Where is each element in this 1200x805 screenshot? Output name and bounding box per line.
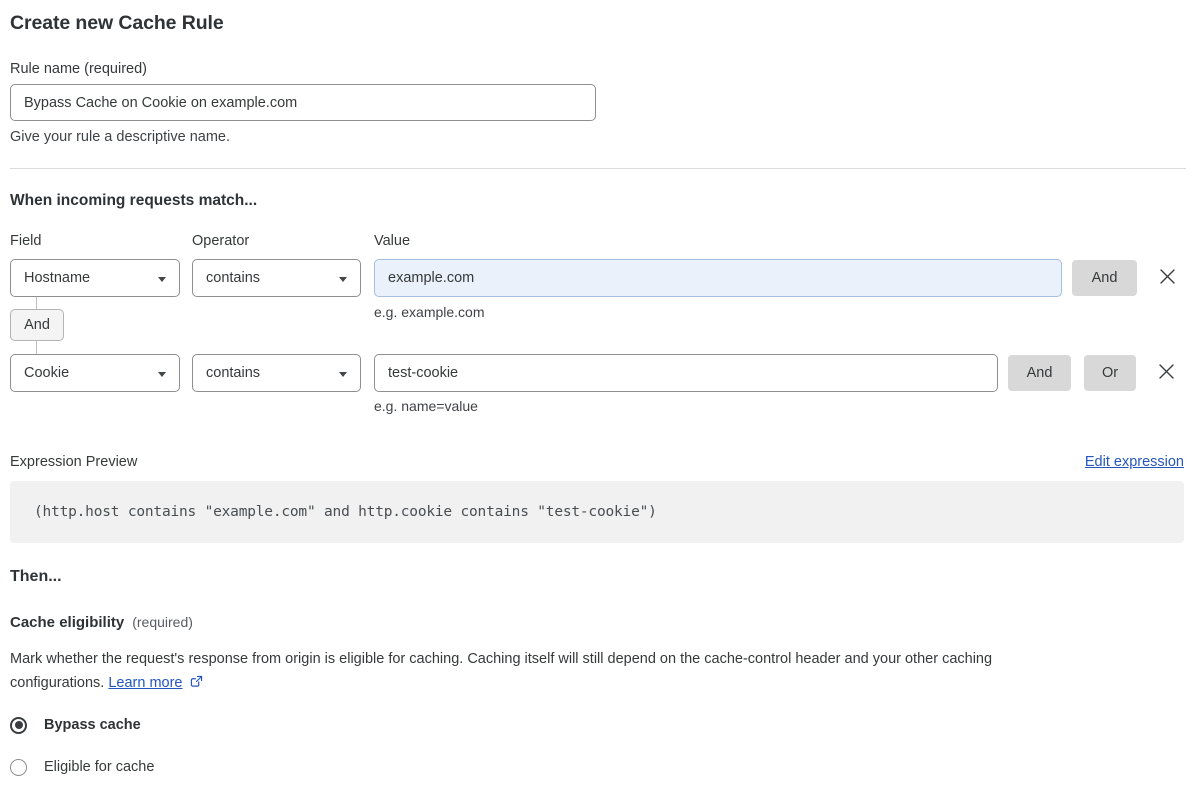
condition-column-headers: Field Operator Value bbox=[10, 233, 1184, 249]
add-or-condition-button-2[interactable]: Or bbox=[1084, 355, 1136, 391]
close-icon bbox=[1157, 362, 1176, 384]
operator-select-2-value: contains bbox=[206, 365, 261, 381]
radio-selected-icon[interactable] bbox=[10, 716, 27, 734]
cache-eligibility-description: Mark whether the request's response from… bbox=[10, 647, 1184, 697]
chevron-down-icon bbox=[158, 371, 166, 377]
field-select-2-value: Cookie bbox=[24, 365, 70, 381]
external-link-icon bbox=[189, 675, 204, 693]
field-select-2[interactable]: Cookie bbox=[10, 354, 180, 392]
operator-column-label: Operator bbox=[192, 233, 250, 249]
remove-condition-button-1[interactable] bbox=[1156, 267, 1178, 289]
radio-option-eligible-for-cache[interactable]: Eligible for cache bbox=[10, 757, 1184, 777]
field-column-label: Field bbox=[10, 233, 42, 249]
expression-preview-label: Expression Preview bbox=[10, 454, 138, 470]
then-heading: Then... bbox=[10, 568, 62, 585]
condition-connector-area: And e.g. example.com bbox=[10, 297, 1184, 354]
radio-label-bypass-cache: Bypass cache bbox=[44, 717, 141, 733]
rule-name-helper: Give your rule a descriptive name. bbox=[10, 129, 231, 145]
page-title: Create new Cache Rule bbox=[10, 12, 224, 34]
value-column-label: Value bbox=[374, 233, 411, 249]
match-heading: When incoming requests match... bbox=[10, 192, 258, 209]
operator-select-1[interactable]: contains bbox=[192, 259, 361, 297]
learn-more-link[interactable]: Learn more bbox=[108, 675, 182, 691]
create-cache-rule-page: Create new Cache Rule Rule name (require… bbox=[0, 12, 1200, 805]
cache-eligibility-heading: Cache eligibility bbox=[10, 614, 125, 631]
value-input-2[interactable] bbox=[374, 354, 998, 392]
chevron-down-icon bbox=[158, 276, 166, 282]
add-and-condition-button-2[interactable]: And bbox=[1008, 355, 1071, 391]
chevron-down-icon bbox=[339, 276, 347, 282]
condition-row-1: Hostname contains And bbox=[10, 259, 1184, 297]
value-hint-1: e.g. example.com bbox=[374, 304, 485, 320]
field-select-1[interactable]: Hostname bbox=[10, 259, 180, 297]
required-tag: (required) bbox=[132, 614, 193, 630]
field-select-1-value: Hostname bbox=[24, 270, 91, 286]
condition-row-2: Cookie contains And Or bbox=[10, 354, 1184, 392]
radio-label-eligible-for-cache: Eligible for cache bbox=[44, 759, 155, 775]
operator-select-2[interactable]: contains bbox=[192, 354, 361, 392]
radio-option-bypass-cache[interactable]: Bypass cache bbox=[10, 715, 1184, 735]
expression-code: (http.host contains "example.com" and ht… bbox=[10, 481, 1184, 543]
edit-expression-link[interactable]: Edit expression bbox=[1085, 454, 1184, 470]
value-input-1[interactable] bbox=[374, 259, 1062, 297]
chevron-down-icon bbox=[339, 371, 347, 377]
operator-select-1-value: contains bbox=[206, 270, 261, 286]
close-icon bbox=[1158, 267, 1177, 289]
description-line-2: configurations. bbox=[10, 675, 105, 691]
rule-name-input[interactable] bbox=[10, 84, 596, 121]
condition-connector-toggle[interactable]: And bbox=[10, 309, 64, 341]
cache-eligibility-header: Cache eligibility (required) bbox=[10, 614, 1184, 631]
description-line-1: Mark whether the request's response from… bbox=[10, 651, 993, 667]
add-and-condition-button-1[interactable]: And bbox=[1072, 260, 1137, 296]
radio-unselected-icon[interactable] bbox=[10, 758, 27, 776]
rule-name-label: Rule name (required) bbox=[10, 61, 148, 77]
expression-preview-header: Expression Preview Edit expression bbox=[10, 454, 1184, 470]
value-hint-2: e.g. name=value bbox=[374, 398, 478, 414]
section-divider bbox=[10, 168, 1186, 169]
remove-condition-button-2[interactable] bbox=[1155, 362, 1177, 384]
